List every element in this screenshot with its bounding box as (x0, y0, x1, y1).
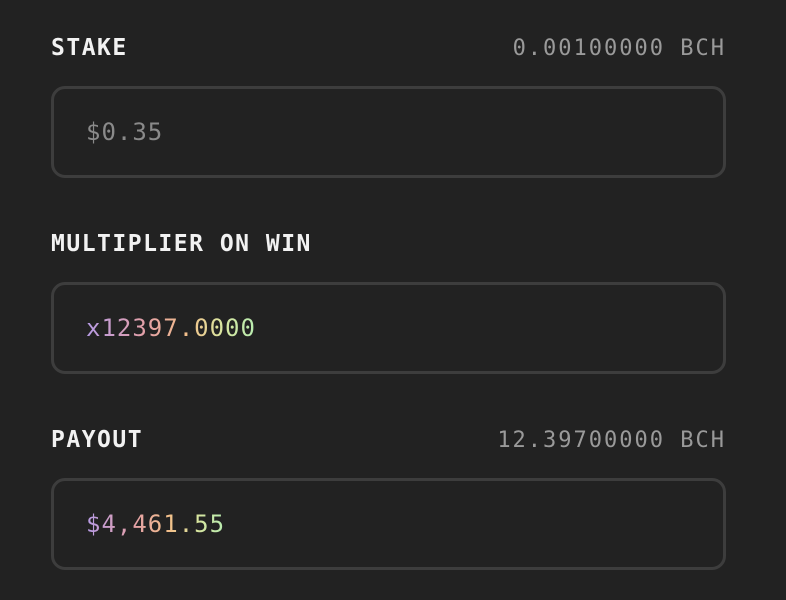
multiplier-input-value: x12397.0000 (86, 314, 256, 342)
payout-input-value: $4,461.55 (86, 510, 226, 538)
multiplier-label: MULTIPLIER ON WIN (51, 231, 312, 257)
bet-panel: STAKE 0.00100000 BCH $0.35 MULTIPLIER ON… (0, 0, 786, 600)
payout-crypto-amount: 12.39700000 BCH (497, 427, 726, 453)
multiplier-header: MULTIPLIER ON WIN (51, 230, 726, 258)
stake-field: STAKE 0.00100000 BCH $0.35 (51, 34, 726, 178)
payout-input[interactable]: $4,461.55 (51, 478, 726, 570)
stake-crypto-amount: 0.00100000 BCH (512, 35, 726, 61)
multiplier-field: MULTIPLIER ON WIN x12397.0000 (51, 230, 726, 374)
payout-header: PAYOUT 12.39700000 BCH (51, 426, 726, 454)
stake-input[interactable]: $0.35 (51, 86, 726, 178)
multiplier-input[interactable]: x12397.0000 (51, 282, 726, 374)
payout-field: PAYOUT 12.39700000 BCH $4,461.55 (51, 426, 726, 570)
payout-label: PAYOUT (51, 427, 144, 453)
stake-input-value: $0.35 (86, 118, 164, 146)
stake-header: STAKE 0.00100000 BCH (51, 34, 726, 62)
stake-label: STAKE (51, 35, 128, 61)
